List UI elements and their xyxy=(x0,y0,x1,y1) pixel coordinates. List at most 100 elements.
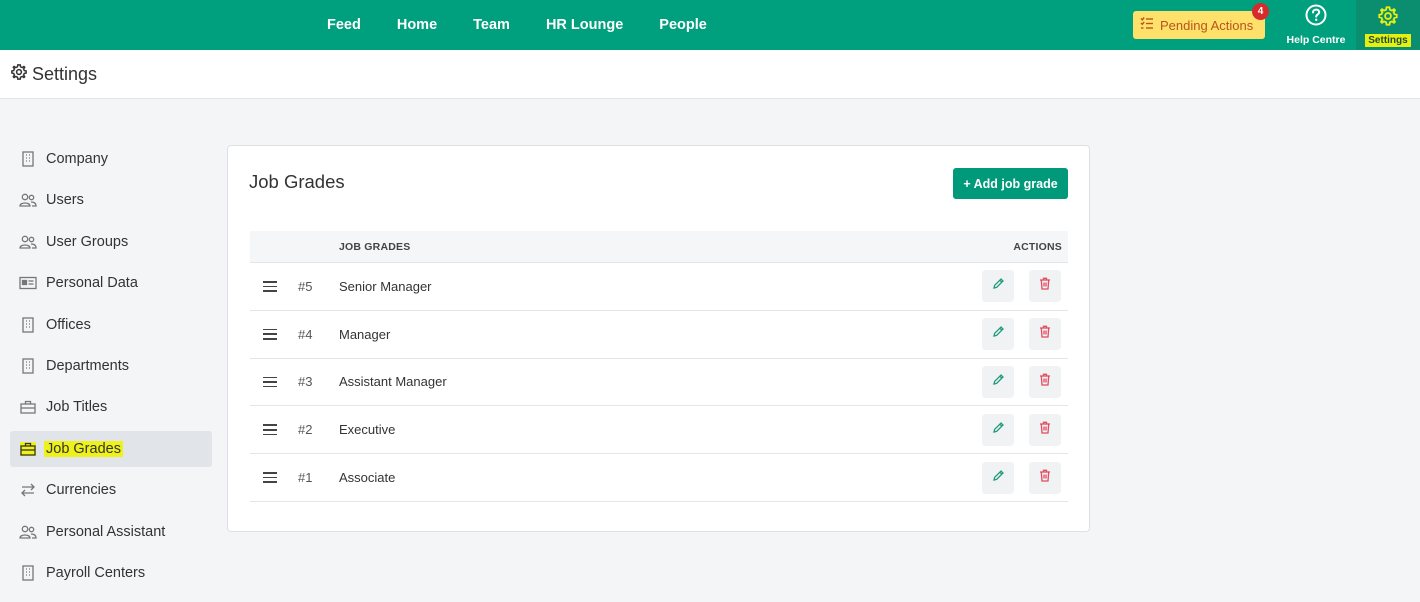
trash-icon xyxy=(1039,469,1051,487)
pencil-icon xyxy=(992,373,1005,391)
gear-icon xyxy=(10,63,28,86)
users-icon xyxy=(19,523,37,541)
table-row: #3 Assistant Manager xyxy=(250,359,1068,407)
pending-actions-label: Pending Actions xyxy=(1160,17,1254,33)
delete-button[interactable] xyxy=(1029,413,1061,446)
sidebar-item-personal-data[interactable]: Personal Data xyxy=(10,265,212,301)
drag-handle-icon[interactable] xyxy=(263,472,277,483)
nav-feed[interactable]: Feed xyxy=(309,17,379,33)
delete-button[interactable] xyxy=(1029,270,1061,303)
sidebar-item-label: Currencies xyxy=(46,482,117,499)
edit-button[interactable] xyxy=(982,270,1014,303)
table-row: #2 Executive xyxy=(250,406,1068,455)
sidebar-item-currencies[interactable]: Currencies xyxy=(10,472,212,508)
pencil-icon xyxy=(992,421,1005,439)
help-centre-label: Help Centre xyxy=(1286,34,1346,46)
sidebar-item-label: Company xyxy=(46,151,109,167)
row-name: Assistant Manager xyxy=(339,374,447,390)
trash-icon xyxy=(1039,421,1051,439)
nav-people[interactable]: People xyxy=(641,17,725,33)
drag-handle-icon[interactable] xyxy=(263,328,277,340)
pencil-icon xyxy=(992,277,1005,295)
page-header: Settings xyxy=(0,50,1420,99)
row-number: #2 xyxy=(298,422,313,438)
drag-handle-icon[interactable] xyxy=(263,281,277,292)
table-row: #5 Senior Manager xyxy=(250,263,1068,311)
building-icon xyxy=(19,357,37,375)
sidebar-item-label: Offices xyxy=(46,316,91,333)
sidebar-item-personal-assistant[interactable]: Personal Assistant xyxy=(10,514,212,550)
delete-button[interactable] xyxy=(1029,461,1061,494)
table-header: JOB GRADES ACTIONS xyxy=(250,231,1068,263)
table-row: #4 Manager xyxy=(250,311,1068,359)
users-icon xyxy=(19,233,37,251)
delete-button[interactable] xyxy=(1029,318,1061,351)
row-name: Senior Manager xyxy=(339,278,432,294)
gear-icon xyxy=(1377,5,1399,32)
edit-button[interactable] xyxy=(982,318,1014,351)
checklist-icon xyxy=(1140,16,1154,35)
sidebar-item-label: Departments xyxy=(46,357,130,374)
edit-button[interactable] xyxy=(982,365,1014,398)
drag-handle-icon[interactable] xyxy=(263,424,277,436)
settings-sidebar: Company Users User Groups Personal Data … xyxy=(10,141,212,596)
pencil-icon xyxy=(992,469,1005,487)
edit-button[interactable] xyxy=(982,461,1014,494)
pending-actions-button[interactable]: Pending Actions 4 xyxy=(1133,3,1269,39)
sidebar-item-departments[interactable]: Departments xyxy=(10,348,212,384)
table-row: #1 Associate xyxy=(250,454,1068,502)
row-name: Executive xyxy=(339,422,396,438)
main-nav: Feed Home Team HR Lounge People xyxy=(309,0,725,50)
column-header-job-grades: JOB GRADES xyxy=(339,240,411,253)
job-grades-table: JOB GRADES ACTIONS #5 Senior Manager #4 … xyxy=(250,231,1068,502)
card-title: Job Grades xyxy=(249,171,345,192)
briefcase-icon xyxy=(19,440,37,458)
sidebar-item-company[interactable]: Company xyxy=(10,141,212,177)
pending-count-badge: 4 xyxy=(1252,3,1269,20)
sidebar-item-label: Payroll Centers xyxy=(46,564,146,581)
sidebar-item-label: Personal Data xyxy=(46,275,138,292)
row-number: #5 xyxy=(298,278,313,294)
add-job-grade-button[interactable]: + Add job grade xyxy=(953,168,1068,199)
sidebar-item-label: Personal Assistant xyxy=(46,523,166,540)
job-grades-card: Job Grades + Add job grade JOB GRADES AC… xyxy=(227,145,1090,532)
sidebar-item-label: Users xyxy=(46,192,84,209)
row-name: Manager xyxy=(339,326,391,342)
sidebar-item-label: Job Grades xyxy=(44,440,123,457)
row-number: #4 xyxy=(298,326,313,342)
edit-button[interactable] xyxy=(982,413,1014,446)
building-icon xyxy=(19,316,37,334)
settings-label: Settings xyxy=(1365,34,1411,47)
building-icon xyxy=(19,564,37,582)
drag-handle-icon[interactable] xyxy=(263,376,277,388)
users-icon xyxy=(19,191,37,209)
trash-icon xyxy=(1039,277,1051,295)
top-navbar: Feed Home Team HR Lounge People Pending … xyxy=(0,0,1420,50)
sidebar-item-job-titles[interactable]: Job Titles xyxy=(10,389,212,425)
nav-home[interactable]: Home xyxy=(379,17,455,33)
page-title: Settings xyxy=(32,63,98,84)
building-icon xyxy=(19,150,37,168)
sidebar-item-user-groups[interactable]: User Groups xyxy=(10,224,212,260)
nav-hr-lounge[interactable]: HR Lounge xyxy=(528,17,641,33)
column-header-actions: ACTIONS xyxy=(1013,240,1062,253)
row-number: #1 xyxy=(298,470,313,486)
settings-button[interactable]: Settings xyxy=(1356,0,1420,50)
row-number: #3 xyxy=(298,374,313,390)
row-name: Associate xyxy=(339,470,396,486)
delete-button[interactable] xyxy=(1029,365,1061,398)
exchange-icon xyxy=(19,481,37,499)
sidebar-item-payroll-centers[interactable]: Payroll Centers xyxy=(10,555,212,591)
sidebar-item-offices[interactable]: Offices xyxy=(10,307,212,343)
help-centre-button[interactable]: Help Centre xyxy=(1280,4,1352,46)
nav-team[interactable]: Team xyxy=(455,17,528,33)
sidebar-item-job-grades[interactable]: Job Grades xyxy=(10,430,212,467)
sidebar-item-label: Job Titles xyxy=(46,399,108,416)
sidebar-item-users[interactable]: Users xyxy=(10,182,212,218)
trash-icon xyxy=(1039,325,1051,343)
trash-icon xyxy=(1039,373,1051,391)
question-circle-icon xyxy=(1305,4,1327,31)
briefcase-icon xyxy=(19,398,37,416)
pencil-icon xyxy=(992,325,1005,343)
sidebar-item-label: User Groups xyxy=(46,233,129,250)
